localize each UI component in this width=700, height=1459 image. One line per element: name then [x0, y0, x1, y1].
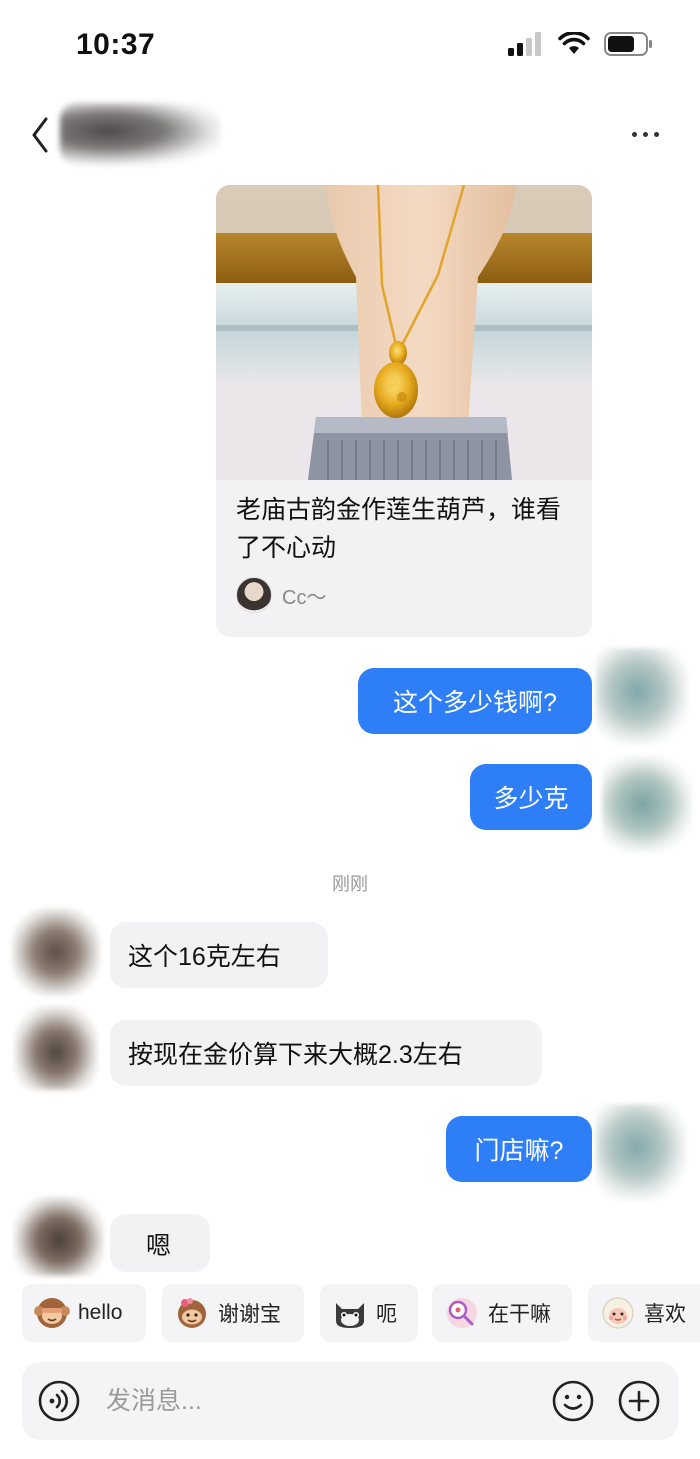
status-icons	[508, 32, 654, 56]
quick-reply-label: hello	[78, 1301, 123, 1324]
more-options-button[interactable]	[632, 121, 664, 147]
more-dot-icon	[632, 131, 637, 137]
quick-reply-bar: hello 谢谢宝 呃 在干嘛 喜欢	[0, 1284, 700, 1344]
message-bubble-sent[interactable]: 门店嘛?	[446, 1116, 592, 1182]
message-bubble-received[interactable]: 这个16克左右	[110, 922, 328, 988]
card-author[interactable]: Cc～	[236, 577, 326, 613]
voice-input-button[interactable]	[38, 1380, 80, 1422]
message-timestamp: 刚刚	[332, 874, 368, 894]
status-bar: 10:37	[0, 0, 700, 90]
shared-post-card[interactable]: 老庙古韵金作莲生葫芦，谁看了不心动 Cc～	[216, 185, 592, 637]
more-actions-button[interactable]	[618, 1380, 660, 1422]
battery-icon	[604, 32, 652, 56]
message-bubble-sent[interactable]: 多少克	[470, 764, 592, 830]
card-cover-image	[216, 185, 592, 480]
quick-reply-label: 喜欢	[644, 1303, 686, 1326]
quick-reply-label: 谢谢宝	[218, 1303, 281, 1326]
quick-reply-label: 在干嘛	[488, 1303, 551, 1326]
sheep-icon	[602, 1297, 634, 1329]
quick-reply-what-doing[interactable]: 在干嘛	[432, 1284, 572, 1342]
quick-reply-like[interactable]: 喜欢	[588, 1284, 700, 1342]
quick-reply-thanks[interactable]: 谢谢宝	[162, 1284, 304, 1342]
my-avatar-blurred[interactable]	[596, 648, 688, 744]
signal-icon	[508, 32, 541, 56]
author-name: Cc～	[282, 586, 327, 609]
message-input[interactable]	[106, 1376, 526, 1426]
status-time: 10:37	[76, 28, 156, 61]
chat-header	[0, 95, 700, 175]
message-input-bar	[22, 1362, 678, 1440]
contact-name-blurred[interactable]	[60, 103, 220, 165]
more-dot-icon	[654, 131, 659, 137]
contact-avatar-blurred[interactable]	[12, 908, 100, 996]
emoji-button[interactable]	[552, 1380, 594, 1422]
monkey-icon	[34, 1298, 70, 1328]
message-bubble-received[interactable]: 嗯	[110, 1214, 210, 1272]
contact-avatar-blurred[interactable]	[14, 1196, 104, 1276]
quick-reply-uh[interactable]: 呃	[320, 1284, 418, 1342]
message-bubble-received[interactable]: 按现在金价算下来大概2.3左右	[110, 1020, 542, 1086]
more-dot-icon	[643, 131, 648, 137]
back-button[interactable]	[26, 113, 56, 157]
quick-reply-hello[interactable]: hello	[22, 1284, 146, 1342]
wifi-icon	[558, 32, 590, 54]
my-avatar-blurred[interactable]	[602, 756, 692, 852]
contact-avatar-blurred[interactable]	[14, 1006, 98, 1090]
plus-icon	[618, 1380, 660, 1422]
voice-icon	[38, 1380, 80, 1422]
cat-icon	[336, 1303, 364, 1328]
chevron-left-icon	[32, 117, 48, 153]
author-avatar	[236, 577, 272, 613]
smiley-icon	[552, 1380, 594, 1422]
quick-reply-label: 呃	[376, 1303, 397, 1326]
my-avatar-blurred[interactable]	[596, 1104, 686, 1200]
message-bubble-sent[interactable]: 这个多少钱啊?	[358, 668, 592, 734]
magnifier-pig-icon	[447, 1298, 477, 1328]
card-title: 老庙古韵金作莲生葫芦，谁看了不心动	[236, 496, 562, 562]
monkey-flower-icon	[178, 1298, 206, 1328]
